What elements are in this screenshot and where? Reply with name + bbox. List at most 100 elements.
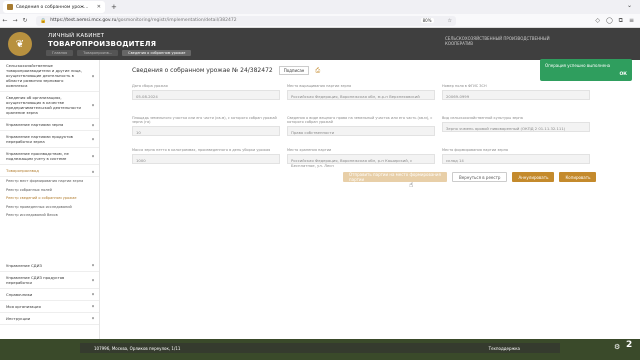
field-value: 05.08.2024 xyxy=(132,90,280,101)
back-icon[interactable]: ← xyxy=(0,17,10,24)
sidebar-item-storage-orgs[interactable]: Сведения об организациях, осуществляющих… xyxy=(0,92,99,119)
field-value: Право собственности xyxy=(287,126,435,137)
close-tab-icon[interactable]: ✕ xyxy=(97,4,101,10)
field-label: Место хранения партии xyxy=(287,148,332,152)
signed-badge[interactable]: Подписан xyxy=(278,66,310,75)
organization-name: СЕЛЬСКОХОЗЯЙСТВЕННЫЙ ПРОИЗВОДСТВЕННЫЙ КО… xyxy=(445,36,550,46)
sidebar-subitem-lot-places[interactable]: Реестр мест формирования партии зерна xyxy=(0,177,99,186)
sidebar-item-processed-lots[interactable]: Управление партиями продуктов переработк… xyxy=(0,131,99,148)
field-value: Зерно ячмень яровой пивоваренный (ОКПД 2… xyxy=(442,122,590,133)
sidebar-section-producer[interactable]: Товаропроизвод ▴ xyxy=(0,165,99,177)
field-value: 10 xyxy=(132,126,280,137)
sidebar-subitem-harvested-fields[interactable]: Реестр собранных полей xyxy=(0,186,99,195)
web-page: ❦ ЛИЧНЫЙ КАБИНЕТ ТОВАРОПРОИЗВОДИТЕЛЯ СЕЛ… xyxy=(0,28,640,339)
sidebar-subitem-harvest-records[interactable]: Реестр сведений о собранном урожае xyxy=(0,194,99,203)
breadcrumb-producer[interactable]: Товаропроизв... xyxy=(77,50,119,56)
url-path: /gosmonitoring/registr/implementation/de… xyxy=(116,18,237,23)
sidebar-item-my-org[interactable]: Моя организация ▾ xyxy=(0,301,99,313)
chevron-down-icon: ▾ xyxy=(91,136,94,142)
support-link[interactable]: Техподдержка xyxy=(489,346,520,351)
sidebar-item-label: Управление СДИЗ xyxy=(6,262,42,268)
field-label: Вид сельскохозяйственной культуры зерна xyxy=(442,116,523,120)
cabinet-title-line2: ТОВАРОПРОИЗВОДИТЕЛЯ xyxy=(48,40,157,48)
sidebar-item-label: Управление партиями зерна xyxy=(6,122,64,127)
sidebar-item-label: Сведения об организациях, осуществляющих… xyxy=(6,95,81,115)
account-icon[interactable]: ◯ xyxy=(606,17,613,25)
footer-bar: 107996, Москва, Орликов переулок, 1/11 Т… xyxy=(80,343,560,353)
print-icon[interactable]: ⎙ xyxy=(315,67,320,75)
bookmark-star-icon[interactable]: ☆ xyxy=(448,18,452,24)
field-area: Площадь земельного участка или его части… xyxy=(132,116,280,137)
pocket-icon[interactable]: ◇ xyxy=(595,17,600,25)
browser-tabbar: Сведения о собранном урож... ✕ + ⌄ xyxy=(0,0,640,14)
forward-icon[interactable]: → xyxy=(10,17,20,24)
field-value: Российская Федерация, Воронежская обл, р… xyxy=(287,154,435,168)
copy-button[interactable]: Копировать xyxy=(559,172,597,182)
sidebar-item-label: Сельскохозяйственные товаропроизводители… xyxy=(6,63,82,88)
annul-button[interactable]: Аннулировать xyxy=(512,172,555,182)
field-net-mass: Масса зерна нетто в килограммах, произве… xyxy=(132,148,280,165)
site-header: ❦ ЛИЧНЫЙ КАБИНЕТ ТОВАРОПРОИЗВОДИТЕЛЯ СЕЛ… xyxy=(0,28,640,60)
zoom-level[interactable]: 80% xyxy=(420,18,434,23)
sidebar-subitem-research[interactable]: Реестр проведенных исследований xyxy=(0,203,99,212)
chevron-down-icon: ▾ xyxy=(91,153,94,159)
tab-list-icon[interactable]: ⌄ xyxy=(627,2,632,9)
breadcrumb: Главная Товаропроизв... Сведения о собра… xyxy=(0,49,640,57)
field-label: Номер поля в ФГИС ЗСН xyxy=(442,84,487,88)
breadcrumb-home[interactable]: Главная xyxy=(46,50,74,56)
notification-count[interactable]: 2 xyxy=(626,340,632,350)
field-plot-number: Номер поля в ФГИС ЗСН 20069-0999 xyxy=(442,84,590,101)
chevron-down-icon: ▾ xyxy=(91,122,94,127)
new-tab-icon[interactable]: + xyxy=(111,3,117,11)
menu-icon[interactable]: ≡ xyxy=(629,17,634,25)
lock-icon: 🔒 xyxy=(40,17,47,24)
chevron-down-icon: ▾ xyxy=(91,315,94,321)
field-lot-place: Место формирования партии зерна склад 14 xyxy=(442,148,590,165)
field-value: склад 14 xyxy=(442,154,590,165)
field-harvest-date: Дата сбора урожая 05.08.2024 xyxy=(132,84,280,101)
settings-gear-icon[interactable]: ⚙ xyxy=(614,343,620,351)
field-value: 20069-0999 xyxy=(442,90,590,101)
chevron-down-icon: ▾ xyxy=(91,262,94,268)
sidebar-item-label: Моя организация xyxy=(6,303,41,309)
sidebar-item-grain-lots[interactable]: Управление партиями зерна ▾ xyxy=(0,119,99,131)
sidebar-item-label: Инструкции xyxy=(6,315,31,321)
sidebar-item-instructions[interactable]: Инструкции ▾ xyxy=(0,313,99,325)
chevron-down-icon: ▾ xyxy=(91,277,94,282)
sidebar-item-untracked-production[interactable]: Управление производством, не подлежащим … xyxy=(0,148,99,165)
main-content: Сведения о собранном урожае № 24/382472 … xyxy=(118,66,600,168)
sidebar-subitem-weights[interactable]: Реестр исследований Весов xyxy=(0,211,99,220)
sidebar-item-sdiz-processed[interactable]: Управление СДИЗ продуктов переработки ▾ xyxy=(0,272,99,289)
field-land-right: Сведения о виде вещного права на земельн… xyxy=(287,116,435,137)
sidebar-item-producers[interactable]: Сельскохозяйственные товаропроизводители… xyxy=(0,60,99,92)
sidebar-item-label: Управление производством, не подлежащим … xyxy=(6,151,69,161)
field-label: Сведения о виде вещного права на земельн… xyxy=(287,116,433,125)
field-label: Масса зерна нетто в килограммах, произве… xyxy=(132,148,271,152)
field-label: Площадь земельного участка или его части… xyxy=(132,116,277,125)
field-label: Место выращивания партии зерна xyxy=(287,84,352,88)
sidebar-item-label: Управление партиями продуктов переработк… xyxy=(6,134,73,144)
sidebar-item-sdiz[interactable]: Управление СДИЗ ▾ xyxy=(0,260,99,272)
reload-icon[interactable]: ↻ xyxy=(20,17,30,24)
toast-ok-button[interactable]: ОК xyxy=(619,72,627,77)
browser-tab[interactable]: Сведения о собранном урож... ✕ xyxy=(3,1,105,13)
sidebar-item-label: Управление СДИЗ продуктов переработки xyxy=(6,274,65,285)
browser-navbar: ← → ↻ 🔒 https://test.aemsi.mcx.gov.ru /g… xyxy=(0,14,640,28)
mouse-cursor-icon: ☝ xyxy=(409,181,414,189)
field-value: Российская Федерация, Воронежская обл, м… xyxy=(287,90,435,101)
extensions-icon[interactable]: ⧉ xyxy=(619,17,623,25)
cabinet-title-line1: ЛИЧНЫЙ КАБИНЕТ xyxy=(48,33,105,39)
sidebar: Сельскохозяйственные товаропроизводители… xyxy=(0,60,100,339)
chevron-down-icon: ▾ xyxy=(91,102,94,108)
send-to-lot-place-button[interactable]: Отправить партии на место формирования п… xyxy=(343,172,447,182)
field-crop-type: Вид сельскохозяйственной культуры зерна … xyxy=(442,116,590,133)
back-to-registry-button[interactable]: Вернуться в реестр xyxy=(452,172,508,182)
field-value: 1000 xyxy=(132,154,280,165)
footer-address: 107996, Москва, Орликов переулок, 1/11 xyxy=(94,345,181,351)
chevron-down-icon: ▾ xyxy=(91,291,94,297)
url-bar[interactable]: 🔒 https://test.aemsi.mcx.gov.ru /gosmoni… xyxy=(36,15,456,26)
field-label: Место формирования партии зерна xyxy=(442,148,509,152)
tab-title: Сведения о собранном урож... xyxy=(16,4,89,10)
sidebar-item-references[interactable]: Справочники ▾ xyxy=(0,289,99,301)
breadcrumb-current: Сведения о собранном урожае xyxy=(122,50,192,56)
